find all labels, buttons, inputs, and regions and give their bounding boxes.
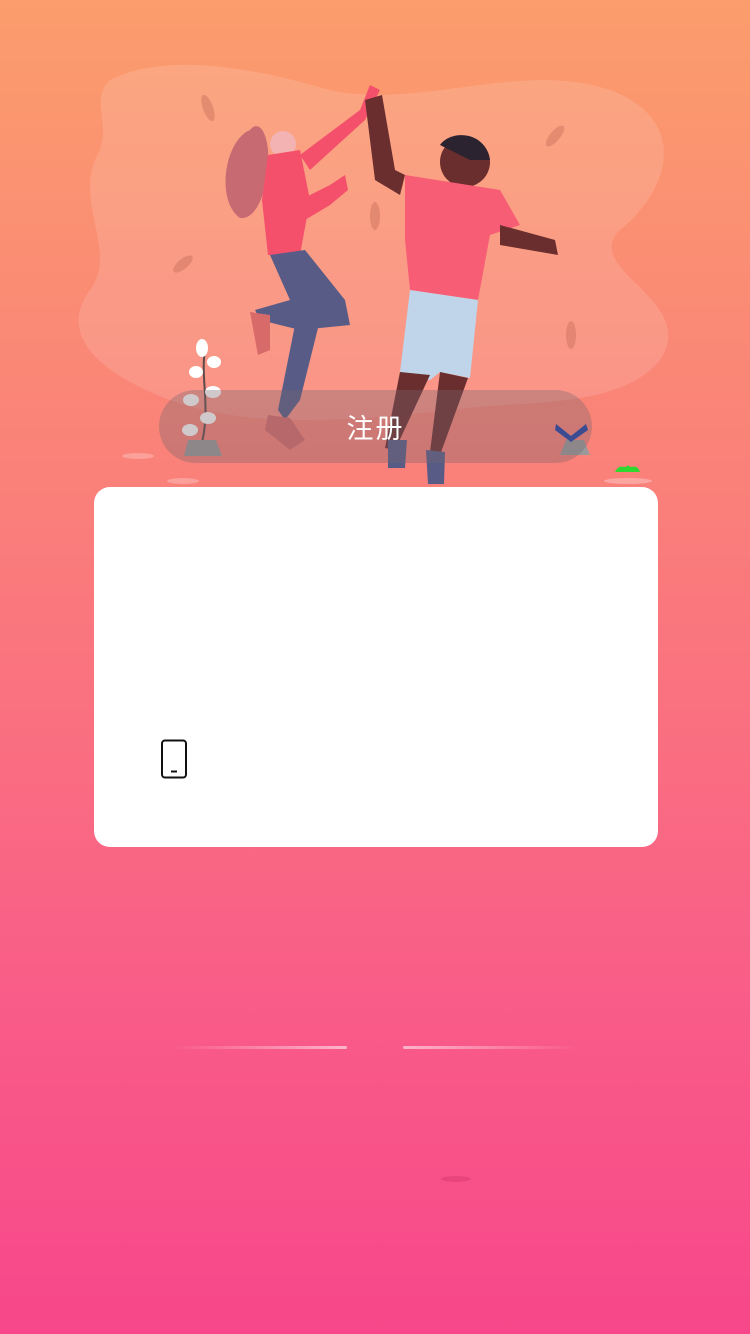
register-button[interactable]: 注册 [159,390,592,463]
decorative-dot [441,1176,471,1182]
plant-leaf [207,356,221,368]
grass-icon [615,465,640,472]
plant-leaf [189,366,203,378]
divider-left [172,1046,347,1049]
phone-input[interactable] [204,737,604,781]
leaf-shape [566,321,576,349]
divider-right [403,1046,578,1049]
smartphone-icon [161,739,187,779]
register-card [94,487,658,847]
leaf-shape [370,202,380,230]
ground-shadow [122,453,154,459]
plant-leaf [196,339,208,357]
ground-shadow [604,478,652,484]
ground-shadow [167,478,199,484]
register-label: 注册 [346,414,405,445]
